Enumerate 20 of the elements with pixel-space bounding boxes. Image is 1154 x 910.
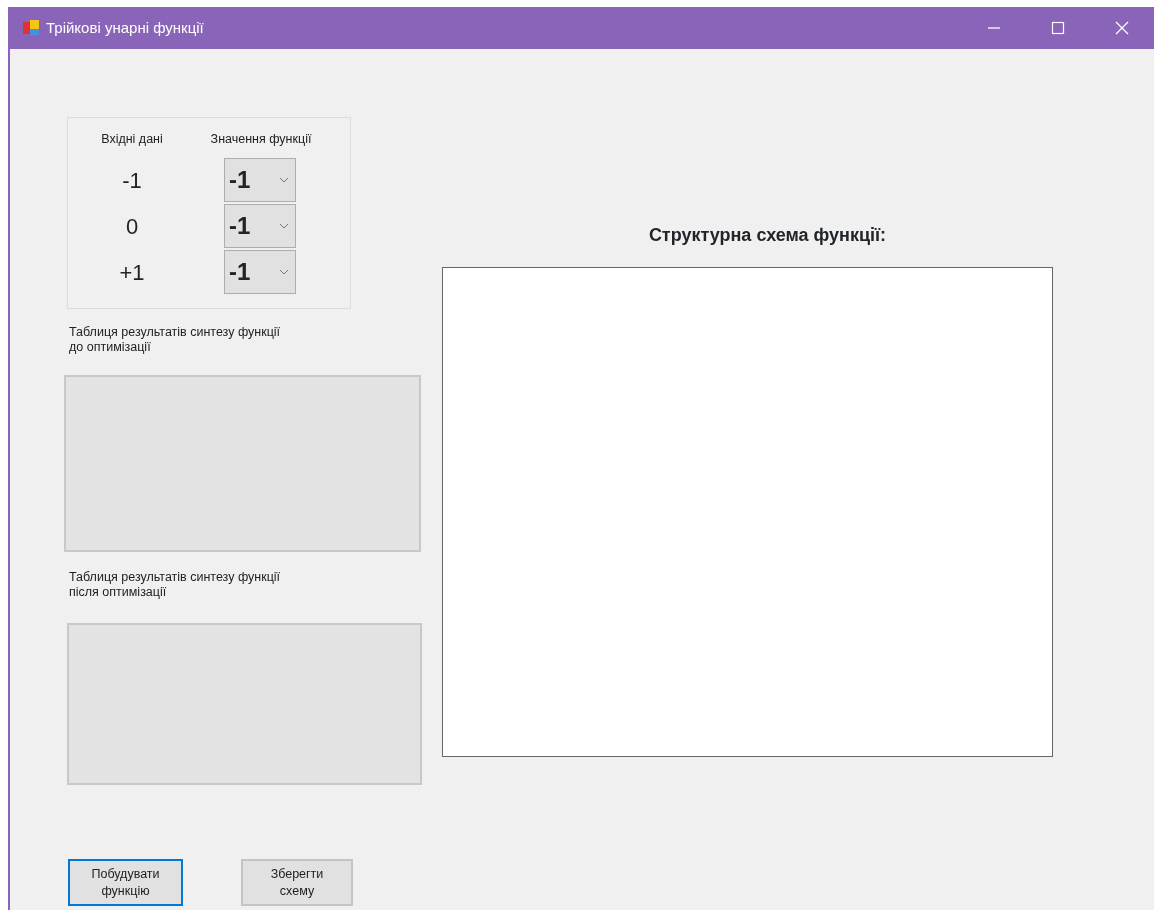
chevron-down-icon	[279, 223, 289, 229]
input-value: -1	[121, 166, 143, 195]
table-label: Таблиця результатів синтезу функції до оптимізації	[69, 325, 282, 355]
value-dropdown[interactable]: -1	[224, 250, 296, 294]
window-title: Трійкові унарні функції	[46, 17, 204, 38]
maximize-icon	[1051, 21, 1065, 35]
action-button[interactable]: Побудувати функцію	[68, 859, 183, 906]
value-dropdown[interactable]: -1	[224, 204, 296, 248]
action-button[interactable]: Зберегти схему	[241, 859, 353, 906]
app-icon	[22, 19, 40, 37]
input-value: 0	[124, 212, 140, 241]
schema-title: Структурна схема функції:	[647, 224, 888, 244]
chevron-down-icon	[279, 269, 289, 275]
table-label: Таблиця результатів синтезу функції після оптимізації	[69, 570, 282, 600]
value-dropdown[interactable]: -1	[224, 158, 296, 202]
input-value: +1	[118, 258, 146, 287]
close-icon	[1115, 21, 1129, 35]
column-header: Вхідні дані	[100, 131, 164, 148]
column-header: Значення функції	[209, 131, 313, 148]
chevron-down-icon	[279, 177, 289, 183]
